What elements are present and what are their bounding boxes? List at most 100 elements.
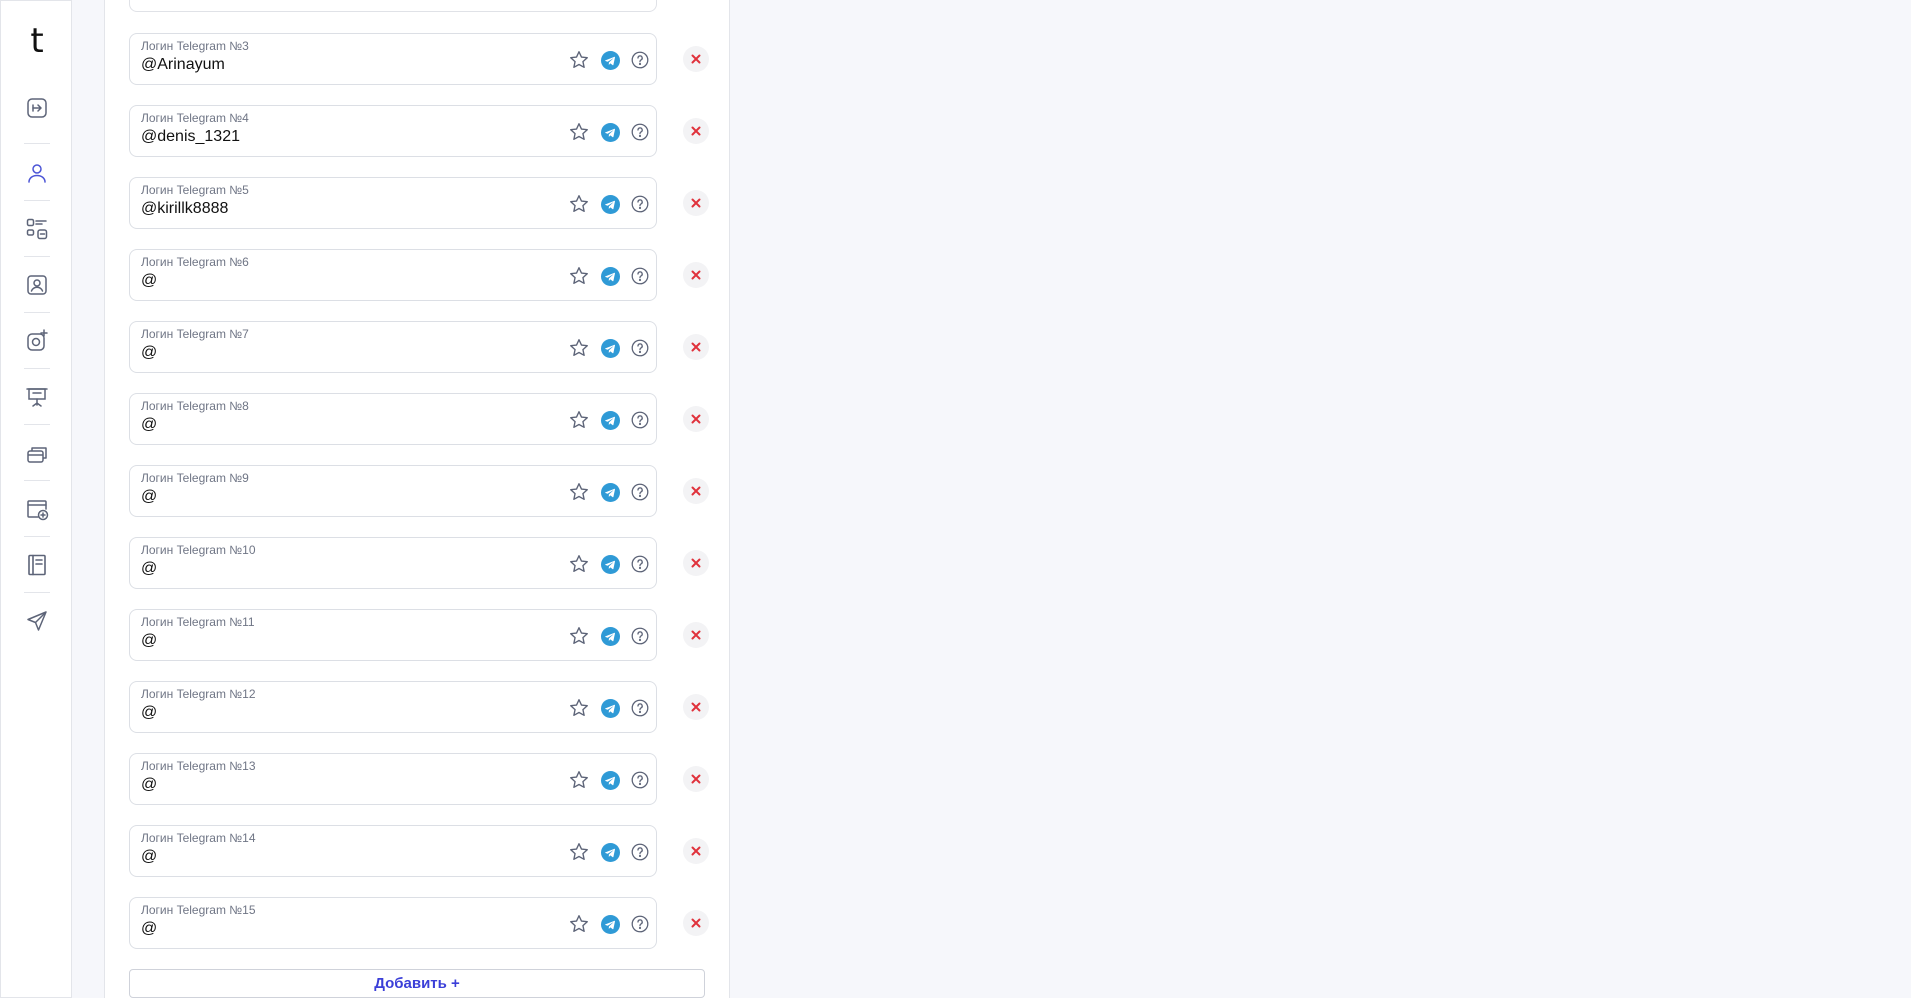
help-button[interactable] <box>629 625 651 647</box>
telegram-login-input[interactable]: @ <box>141 416 157 434</box>
favorite-button[interactable] <box>568 841 590 863</box>
sidebar-item-send[interactable] <box>1 601 73 641</box>
telegram-login-input[interactable]: @Arinayum <box>141 56 225 74</box>
remove-login-button[interactable] <box>683 190 709 216</box>
sidebar-item-add-window[interactable] <box>1 489 73 529</box>
telegram-link-button[interactable] <box>599 193 621 215</box>
telegram-login-field[interactable]: Логин Telegram №3 @Arinayum <box>129 33 657 85</box>
telegram-link-button[interactable] <box>599 337 621 359</box>
help-button[interactable] <box>629 49 651 71</box>
telegram-login-field[interactable]: Логин Telegram №15 @ <box>129 897 657 949</box>
telegram-link-button[interactable] <box>599 265 621 287</box>
telegram-link-button[interactable] <box>599 121 621 143</box>
sidebar-item-contacts[interactable] <box>1 265 73 305</box>
help-button[interactable] <box>629 913 651 935</box>
favorite-button[interactable] <box>568 697 590 719</box>
telegram-link-button[interactable] <box>599 625 621 647</box>
telegram-login-input[interactable]: @ <box>141 344 157 362</box>
remove-login-button[interactable] <box>683 766 709 792</box>
sidebar-item-cards[interactable] <box>1 433 73 473</box>
sidebar-item-logout[interactable] <box>1 88 73 128</box>
star-icon <box>570 123 588 141</box>
telegram-link-button[interactable] <box>599 697 621 719</box>
help-button[interactable] <box>629 841 651 863</box>
telegram-login-field[interactable]: Логин Telegram №14 @ <box>129 825 657 877</box>
telegram-login-input[interactable]: @ <box>141 272 157 290</box>
telegram-login-field[interactable]: Логин Telegram №5 @kirillk8888 <box>129 177 657 229</box>
add-login-button[interactable]: Добавить + <box>129 969 705 998</box>
help-button[interactable] <box>629 697 651 719</box>
help-button[interactable] <box>629 409 651 431</box>
favorite-button[interactable] <box>568 337 590 359</box>
telegram-login-input[interactable]: @ <box>141 560 157 578</box>
telegram-icon <box>600 626 620 646</box>
favorite-button[interactable] <box>568 769 590 791</box>
star-icon <box>570 483 588 501</box>
remove-login-button[interactable] <box>683 46 709 72</box>
sidebar-item-presentation[interactable] <box>1 377 73 417</box>
close-icon <box>691 918 701 928</box>
remove-login-button[interactable] <box>683 622 709 648</box>
favorite-button[interactable] <box>568 193 590 215</box>
telegram-icon <box>600 554 620 574</box>
close-icon <box>691 846 701 856</box>
remove-login-button[interactable] <box>683 694 709 720</box>
favorite-button[interactable] <box>568 625 590 647</box>
app-logo[interactable]: t <box>1 19 73 63</box>
telegram-link-button[interactable] <box>599 49 621 71</box>
favorite-button[interactable] <box>568 481 590 503</box>
help-button[interactable] <box>629 769 651 791</box>
remove-login-button[interactable] <box>683 550 709 576</box>
telegram-login-field[interactable]: Логин Telegram №8 @ <box>129 393 657 445</box>
telegram-login-input[interactable]: @ <box>141 776 157 794</box>
telegram-link-button[interactable] <box>599 769 621 791</box>
sidebar-item-profile[interactable] <box>1 153 73 193</box>
telegram-login-input[interactable]: @ <box>141 632 157 650</box>
telegram-link-button[interactable] <box>599 841 621 863</box>
help-button[interactable] <box>629 193 651 215</box>
help-button[interactable] <box>629 265 651 287</box>
telegram-link-button[interactable] <box>599 553 621 575</box>
favorite-button[interactable] <box>568 121 590 143</box>
telegram-login-field[interactable]: Логин Telegram №6 @ <box>129 249 657 301</box>
telegram-login-input[interactable]: @ <box>141 920 157 938</box>
remove-login-button[interactable] <box>683 838 709 864</box>
telegram-login-input[interactable]: @ <box>141 488 157 506</box>
remove-login-button[interactable] <box>683 118 709 144</box>
telegram-login-field[interactable]: Логин Telegram №13 @ <box>129 753 657 805</box>
remove-login-button[interactable] <box>683 406 709 432</box>
sidebar-item-structure[interactable] <box>1 209 73 249</box>
telegram-login-field[interactable]: Логин Telegram №10 @ <box>129 537 657 589</box>
telegram-icon <box>600 482 620 502</box>
telegram-login-field[interactable]: Логин Telegram №11 @ <box>129 609 657 661</box>
question-circle-icon <box>631 627 649 645</box>
telegram-link-button[interactable] <box>599 409 621 431</box>
help-button[interactable] <box>629 553 651 575</box>
remove-login-button[interactable] <box>683 262 709 288</box>
telegram-login-field[interactable]: Логин Telegram №7 @ <box>129 321 657 373</box>
sidebar-item-documents[interactable] <box>1 545 73 585</box>
help-button[interactable] <box>629 481 651 503</box>
telegram-login-field[interactable]: Логин Telegram №4 @denis_1321 <box>129 105 657 157</box>
telegram-login-input[interactable]: @kirillk8888 <box>141 200 228 218</box>
favorite-button[interactable] <box>568 553 590 575</box>
telegram-login-input[interactable]: @denis_1321 <box>141 128 240 146</box>
help-button[interactable] <box>629 121 651 143</box>
logout-icon <box>27 98 47 118</box>
previous-field[interactable] <box>129 0 657 12</box>
favorite-button[interactable] <box>568 409 590 431</box>
telegram-login-field[interactable]: Логин Telegram №9 @ <box>129 465 657 517</box>
telegram-link-button[interactable] <box>599 913 621 935</box>
favorite-button[interactable] <box>568 913 590 935</box>
favorite-button[interactable] <box>568 49 590 71</box>
sidebar-item-add-media[interactable] <box>1 321 73 361</box>
telegram-login-field[interactable]: Логин Telegram №12 @ <box>129 681 657 733</box>
telegram-login-input[interactable]: @ <box>141 704 157 722</box>
remove-login-button[interactable] <box>683 478 709 504</box>
telegram-login-input[interactable]: @ <box>141 848 157 866</box>
help-button[interactable] <box>629 337 651 359</box>
favorite-button[interactable] <box>568 265 590 287</box>
telegram-link-button[interactable] <box>599 481 621 503</box>
remove-login-button[interactable] <box>683 910 709 936</box>
remove-login-button[interactable] <box>683 334 709 360</box>
